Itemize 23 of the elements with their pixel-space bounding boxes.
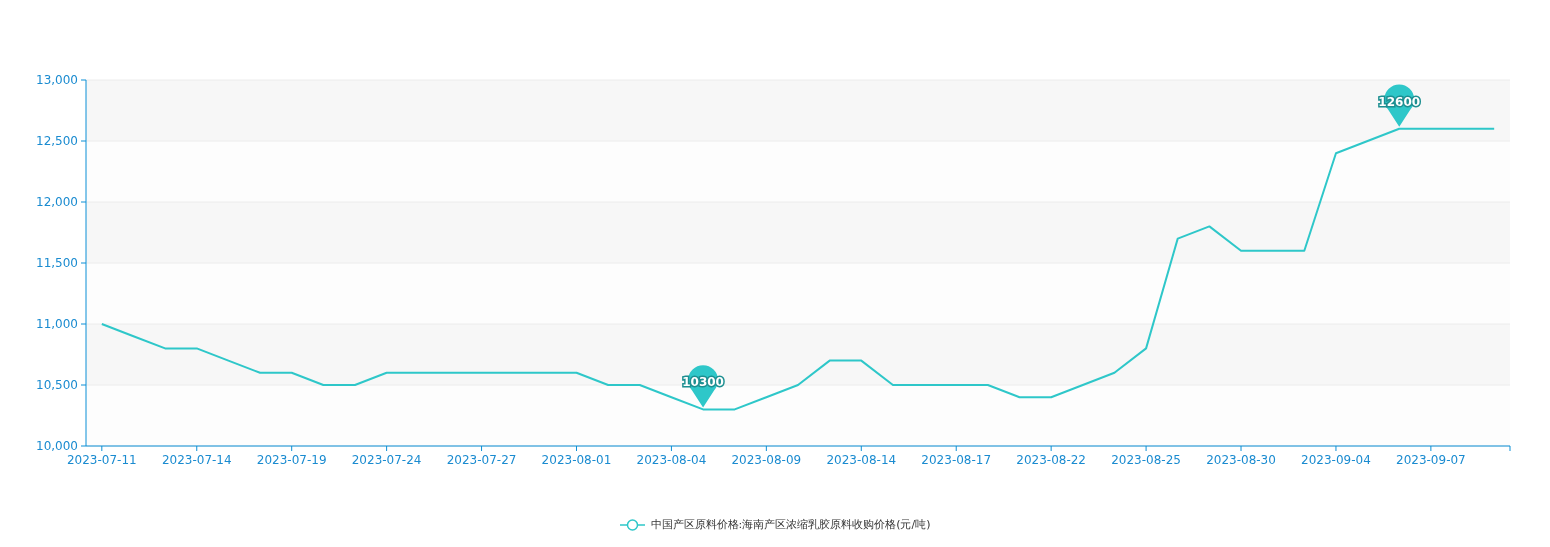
y-tick-label: 13,000 xyxy=(36,73,78,87)
x-tick-label: 2023-07-11 xyxy=(66,453,137,467)
x-tick-label: 2023-08-04 xyxy=(636,453,707,467)
x-tick-label: 2023-07-19 xyxy=(256,453,327,467)
x-tick-label: 2023-07-24 xyxy=(351,453,422,467)
x-tick-label: 2023-08-17 xyxy=(921,453,992,467)
y-tick-label: 11,500 xyxy=(36,256,78,270)
y-tick-label: 11,000 xyxy=(36,317,78,331)
y-tick-label: 10,000 xyxy=(36,439,78,453)
x-tick-label: 2023-08-14 xyxy=(826,453,897,467)
x-tick-label: 2023-08-30 xyxy=(1206,453,1276,467)
x-tick-label: 2023-08-09 xyxy=(731,453,802,467)
x-tick-label: 2023-08-22 xyxy=(1016,453,1087,467)
x-tick-label: 2023-09-07 xyxy=(1396,453,1466,467)
y-tick-label: 10,500 xyxy=(36,378,78,392)
y-tick-label: 12,000 xyxy=(36,195,78,209)
x-tick-label: 2023-09-04 xyxy=(1301,453,1371,467)
x-tick-label: 2023-07-14 xyxy=(161,453,232,467)
y-tick-label: 12,500 xyxy=(36,134,78,148)
x-tick-label: 2023-08-25 xyxy=(1111,453,1181,467)
x-tick-label: 2023-08-01 xyxy=(541,453,612,467)
x-tick-label: 2023-07-27 xyxy=(446,453,517,467)
line-circle-icon xyxy=(619,517,645,532)
